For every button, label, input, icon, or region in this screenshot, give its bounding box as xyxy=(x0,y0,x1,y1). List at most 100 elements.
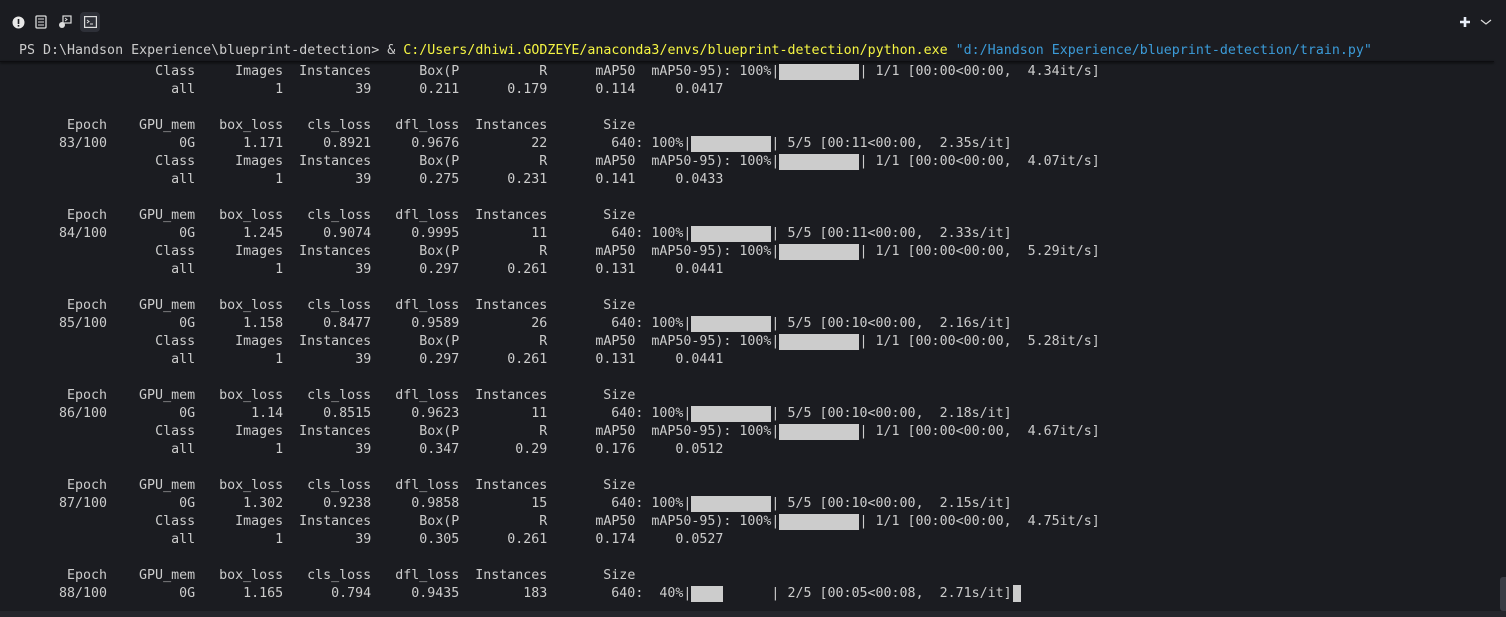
sep: | xyxy=(859,244,876,259)
val-header-row: Class Images Instances Box(P RmAP50 mAP50-95)… xyxy=(19,63,1100,81)
sep: | xyxy=(771,424,780,439)
val-metrics-row: all 1 39 0.297 0.261 0.131 0.0441 xyxy=(19,261,1100,279)
column-header: GPU_mem xyxy=(139,568,196,583)
progress-bar-fill xyxy=(691,226,772,242)
sep: [ xyxy=(811,406,828,421)
column-header: Epoch xyxy=(67,568,108,583)
column-header: R xyxy=(539,514,548,529)
sep: ] xyxy=(1003,406,1012,421)
val-map5095: 0.0441 xyxy=(675,262,724,277)
sep: | xyxy=(771,64,780,79)
sep: , xyxy=(915,406,940,421)
sep: , xyxy=(1003,424,1028,439)
sep: < xyxy=(955,334,964,349)
remaining-time: 00:00 xyxy=(875,136,916,151)
train-dfl-loss: 0.9995 xyxy=(411,226,460,241)
column-header: Instances xyxy=(475,388,548,403)
sep: [ xyxy=(899,64,916,79)
progress-percent: 100% xyxy=(651,406,684,421)
val-header-row: Class Images Instances Box(P RmAP50 mAP50-95)… xyxy=(19,423,1100,441)
val-class: all xyxy=(171,172,196,187)
iteration-rate: 4.07it/s xyxy=(1027,154,1092,169)
sep: | xyxy=(859,154,876,169)
val-instances: 39 xyxy=(355,352,372,367)
terminal-icon[interactable] xyxy=(80,12,100,32)
remote-icon[interactable] xyxy=(56,13,74,31)
column-header: Box(P xyxy=(419,244,460,259)
progress-bar xyxy=(779,424,860,440)
column-header: dfl_loss xyxy=(395,208,460,223)
scrollbar[interactable] xyxy=(1500,577,1506,611)
column-header: R xyxy=(539,154,548,169)
column-header: Box(P xyxy=(419,154,460,169)
sep: | xyxy=(771,514,780,529)
sep: : xyxy=(635,226,652,241)
progress-iterations: 5/5 xyxy=(787,136,812,151)
iteration-rate: 5.29it/s xyxy=(1027,244,1092,259)
sep: ] xyxy=(1003,496,1012,511)
column-header: Images xyxy=(235,514,284,529)
progress-bar xyxy=(691,226,772,242)
progress-iterations: 1/1 xyxy=(875,424,900,439)
terminal-cursor xyxy=(1012,585,1021,602)
val-instances: 39 xyxy=(355,172,372,187)
column-header: cls_loss xyxy=(307,388,372,403)
val-instances: 39 xyxy=(355,532,372,547)
alert-icon[interactable] xyxy=(9,13,27,31)
call-operator: & xyxy=(387,43,404,58)
progress-percent: 100% xyxy=(739,514,772,529)
sep: [ xyxy=(899,154,916,169)
bottom-edge xyxy=(0,611,1506,617)
notes-icon[interactable] xyxy=(32,13,50,31)
val-header-row: Class Images Instances Box(P RmAP50 mAP50-95)… xyxy=(19,153,1100,171)
train-epoch: 88/100 xyxy=(59,586,108,601)
sep: | xyxy=(859,334,876,349)
column-header: Epoch xyxy=(67,298,108,313)
sep: | xyxy=(859,64,876,79)
val-p: 0.297 xyxy=(419,262,460,277)
progress-bar xyxy=(779,64,860,80)
column-header: Instances xyxy=(475,298,548,313)
remaining-time: 00:00 xyxy=(875,316,916,331)
iteration-rate: 2.35s/it xyxy=(939,136,1004,151)
train-box-loss: 1.171 xyxy=(243,136,284,151)
train-box-loss: 1.165 xyxy=(243,586,284,601)
elapsed-time: 00:00 xyxy=(915,244,956,259)
sep: [ xyxy=(811,316,828,331)
val-map5095: 0.0512 xyxy=(675,442,724,457)
column-header: Images xyxy=(235,424,284,439)
column-header: Instances xyxy=(475,478,548,493)
train-progress-row: 85/100 0G 1.158 0.8477 0.9589 26 640: 100% | | 5… xyxy=(19,315,1100,333)
sep: < xyxy=(955,244,964,259)
val-images: 1 xyxy=(275,172,284,187)
val-r: 0.29 xyxy=(515,442,548,457)
val-class: all xyxy=(171,262,196,277)
sep: , xyxy=(1003,334,1028,349)
plus-icon[interactable] xyxy=(1456,13,1474,31)
val-instances: 39 xyxy=(355,262,372,277)
sep: [ xyxy=(811,136,828,151)
column-header: mAP50 xyxy=(595,64,636,79)
val-header-row: Class Images Instances Box(P RmAP50 mAP50-95)… xyxy=(19,243,1100,261)
column-header: Box(P xyxy=(419,334,460,349)
elapsed-time: 00:00 xyxy=(915,64,956,79)
sep: | xyxy=(859,424,876,439)
column-header: R xyxy=(539,64,548,79)
sep: | xyxy=(771,244,780,259)
progress-bar xyxy=(779,514,860,530)
chevron-down-icon[interactable] xyxy=(1477,13,1495,31)
column-header: cls_loss xyxy=(307,478,372,493)
column-header: dfl_loss xyxy=(395,568,460,583)
remaining-time: 00:00 xyxy=(963,334,1004,349)
progress-percent: 40% xyxy=(659,586,684,601)
progress-iterations: 5/5 xyxy=(787,316,812,331)
progress-bar xyxy=(779,334,860,350)
column-header: Instances xyxy=(475,568,548,583)
column-header: Size xyxy=(603,298,636,313)
column-header: GPU_mem xyxy=(139,478,196,493)
progress-iterations: 1/1 xyxy=(875,154,900,169)
sep: , xyxy=(915,136,940,151)
terminal-output[interactable]: Class Images Instances Box(P RmAP50 mAP50-95)… xyxy=(19,63,1100,603)
